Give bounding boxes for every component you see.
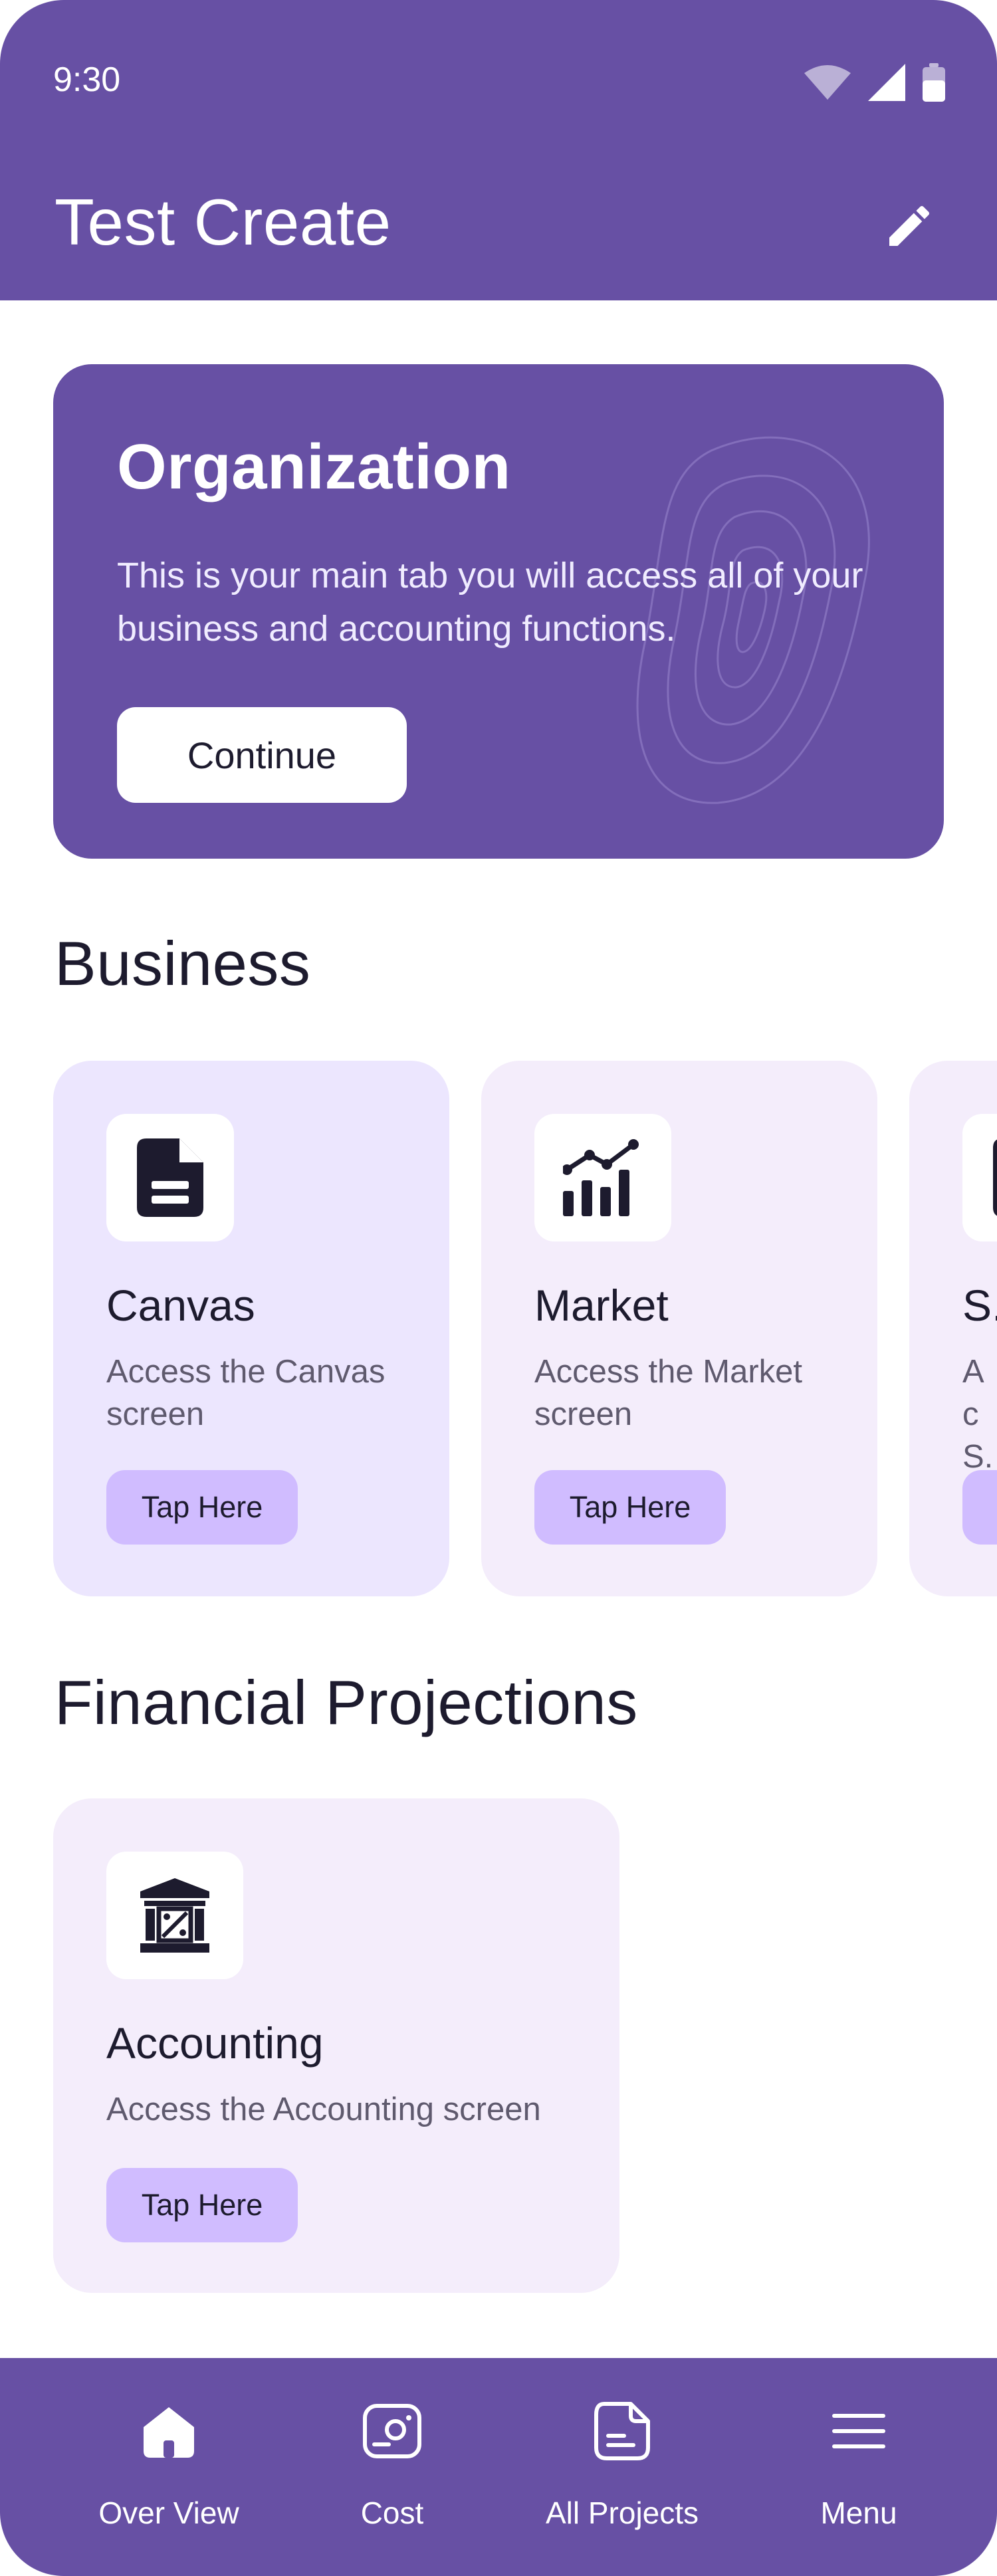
accounting-tap-button[interactable]: Tap Here: [106, 2168, 298, 2242]
canvas-card[interactable]: Canvas Access the Canvas screen Tap Here: [53, 1061, 449, 1596]
organization-card: Organization This is your main tab you w…: [53, 364, 944, 859]
bank-icon: [140, 1878, 209, 1953]
status-icons: [804, 63, 945, 102]
camera-icon: [363, 2404, 421, 2458]
app-screen: 9:30 Test Create Organization This is yo…: [0, 0, 997, 2576]
battery-icon: [923, 63, 945, 102]
wifi-icon: [804, 65, 851, 100]
bottom-navigation: Over View Cost All Projects Menu: [0, 2358, 997, 2576]
organization-title: Organization: [117, 431, 511, 502]
nav-label: Menu: [820, 2496, 897, 2530]
signal-icon: [868, 64, 905, 101]
nav-item-overview[interactable]: Over View: [69, 2398, 269, 2531]
partial-card[interactable]: S. Ac S.V T: [909, 1061, 997, 1596]
chart-icon: [563, 1139, 639, 1216]
financial-section-title: Financial Projections: [55, 1667, 638, 1737]
card-icon-container: [534, 1114, 671, 1241]
partial-tap-button[interactable]: T: [962, 1470, 997, 1545]
continue-button[interactable]: Continue: [117, 707, 407, 803]
home-icon: [144, 2407, 194, 2458]
accounting-card[interactable]: Accounting Access the Accounting screen …: [53, 1798, 619, 2293]
edit-button[interactable]: [876, 193, 942, 259]
organization-description: This is your main tab you will access al…: [117, 556, 863, 649]
card-icon-container: [962, 1114, 997, 1241]
card-icon-container: [106, 1114, 234, 1241]
app-header: 9:30 Test Create: [0, 0, 997, 300]
market-tap-button[interactable]: Tap Here: [534, 1470, 726, 1545]
status-time: 9:30: [53, 60, 121, 99]
nav-label: Cost: [360, 2496, 424, 2530]
card-description: Access the Accounting screen: [106, 2092, 541, 2127]
nav-item-cost[interactable]: Cost: [292, 2398, 492, 2531]
card-title: Canvas: [106, 1281, 255, 1330]
card-title: Accounting: [106, 2018, 324, 2068]
card-description: Access the Canvas screen: [106, 1354, 386, 1432]
menu-icon: [832, 2414, 885, 2448]
file-icon: [594, 2402, 650, 2460]
document-icon: [137, 1138, 203, 1217]
page-title: Test Create: [55, 185, 391, 259]
document-icon: [993, 1139, 997, 1216]
card-description: Access the Market screen: [534, 1354, 803, 1432]
nav-label: All Projects: [545, 2496, 699, 2530]
card-title: Market: [534, 1281, 669, 1330]
business-section-title: Business: [55, 928, 311, 998]
card-icon-container: [106, 1852, 243, 1979]
card-title: S.: [962, 1281, 997, 1330]
nav-label: Over View: [98, 2496, 239, 2530]
canvas-tap-button[interactable]: Tap Here: [106, 1470, 298, 1545]
nav-item-all-projects[interactable]: All Projects: [522, 2398, 722, 2531]
market-card[interactable]: Market Access the Market screen Tap Here: [481, 1061, 877, 1596]
nav-item-menu[interactable]: Menu: [759, 2398, 958, 2531]
pencil-icon: [889, 205, 930, 246]
